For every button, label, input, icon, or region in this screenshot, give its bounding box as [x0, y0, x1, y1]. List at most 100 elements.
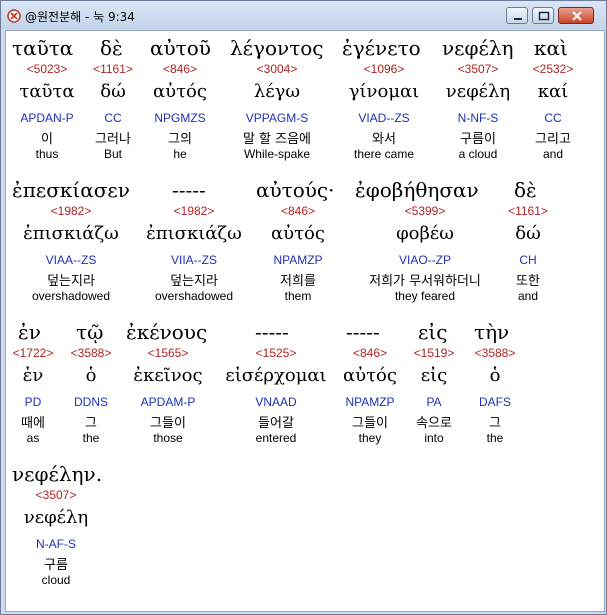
strong-number[interactable]: <5023>: [6, 62, 88, 76]
word-cell[interactable]: ταῦτα <5023> ταῦτα APDAN-P 이 thus: [6, 31, 88, 173]
app-window: @원전분해 - 눅 9:34 ταῦτα <5023> ταῦτα APDAN-…: [0, 0, 607, 615]
english-gloss: overshadowed: [154, 289, 234, 303]
morph-code: CC: [104, 111, 122, 125]
lemma: αὐτός: [153, 81, 207, 102]
strong-number[interactable]: <2532>: [524, 62, 582, 76]
korean-gloss: 구름: [44, 558, 68, 573]
close-button[interactable]: [558, 7, 594, 24]
close-icon: [572, 11, 582, 21]
lemma: δώ: [100, 81, 126, 102]
english-gloss: overshadowed: [31, 289, 111, 303]
greek-word: νεφέλην.: [12, 462, 103, 486]
word-cell[interactable]: ἐν <1722> ἐν PD 때에 as: [6, 315, 60, 457]
strong-number[interactable]: <846>: [256, 204, 340, 218]
strong-number[interactable]: <3588>: [66, 346, 116, 360]
strong-number[interactable]: <1982>: [146, 204, 242, 218]
strong-number[interactable]: <3507>: [6, 488, 106, 502]
word-cell[interactable]: δὲ <1161> δώ CH 또한 and: [506, 173, 550, 315]
morph-code: CH: [519, 253, 537, 267]
strong-number[interactable]: <1525>: [220, 346, 332, 360]
morph-code: CC: [544, 111, 562, 125]
korean-gloss: 저희를: [280, 274, 316, 289]
strong-number[interactable]: <3004>: [226, 62, 328, 76]
strong-number[interactable]: <1565>: [122, 346, 214, 360]
korean-gloss: 덮는지라: [47, 274, 95, 289]
english-gloss: a cloud: [458, 147, 498, 161]
word-cell[interactable]: αὐτούς· <846> αὐτός NPAMZP 저희를 them: [256, 173, 340, 315]
lemma: ἐκεῖνος: [133, 365, 203, 386]
word-cell[interactable]: δὲ <1161> δώ CC 그러나 But: [90, 31, 136, 173]
english-gloss: as: [26, 431, 40, 445]
strong-number[interactable]: <1722>: [6, 346, 60, 360]
word-cell[interactable]: ἐπεσκίασεν <1982> ἐπισκιάζω VIAA--ZS 덮는지…: [6, 173, 136, 315]
verse-line: νεφέλην. <3507> νεφέλη N-AF-S 구름 cloud: [6, 457, 604, 599]
morph-code: NPAMZP: [345, 395, 395, 409]
lemma: νεφέλη: [23, 507, 89, 528]
english-gloss: they: [358, 431, 382, 445]
korean-gloss: 그러나: [95, 132, 131, 147]
english-gloss: But: [103, 147, 122, 161]
word-cell[interactable]: νεφέλη <3507> νεφέλη N-NF-S 구름이 a cloud: [440, 31, 516, 173]
strong-number[interactable]: <846>: [340, 346, 400, 360]
greek-word: ἐπεσκίασεν: [12, 178, 130, 202]
korean-gloss: 때에: [21, 416, 45, 431]
morph-code: NPAMZP: [273, 253, 323, 267]
word-cell[interactable]: ----- <1982> ἐπισκιάζω VIIA--ZS 덮는지라 ove…: [146, 173, 242, 315]
strong-number[interactable]: <3507>: [440, 62, 516, 76]
morph-code: DDNS: [73, 395, 108, 409]
strong-number[interactable]: <846>: [146, 62, 214, 76]
korean-gloss: 그: [85, 416, 97, 431]
english-gloss: While-spake: [243, 147, 311, 161]
morph-code: APDAM-P: [140, 395, 196, 409]
word-cell[interactable]: ----- <846> αὐτός NPAMZP 그들이 they: [340, 315, 400, 457]
word-cell[interactable]: νεφέλην. <3507> νεφέλη N-AF-S 구름 cloud: [6, 457, 106, 599]
greek-word: καὶ: [534, 36, 568, 60]
lemma: νεφέλη: [445, 81, 511, 102]
korean-gloss: 그: [489, 416, 501, 431]
word-cell[interactable]: αὐτοῦ <846> αὐτός NPGMZS 그의 he: [146, 31, 214, 173]
english-gloss: there came: [353, 147, 415, 161]
strong-number[interactable]: <1096>: [340, 62, 428, 76]
lemma: καί: [537, 81, 569, 102]
morph-code: VIAO--ZP: [398, 253, 451, 267]
lemma: γίνομαι: [348, 81, 420, 102]
verse-line: ταῦτα <5023> ταῦτα APDAN-P 이 thus δὲ <11…: [6, 31, 604, 173]
word-cell[interactable]: καὶ <2532> καί CC 그리고 and: [524, 31, 582, 173]
morph-code: VIIA--ZS: [170, 253, 217, 267]
english-gloss: the: [82, 431, 100, 445]
word-cell[interactable]: εἰς <1519> εἰς PA 속으로 into: [406, 315, 462, 457]
strong-number[interactable]: <1982>: [6, 204, 136, 218]
lemma: ὁ: [85, 365, 97, 386]
title-bar[interactable]: @원전분해 - 눅 9:34: [1, 1, 606, 29]
strong-number[interactable]: <1161>: [506, 204, 550, 218]
morph-code: PD: [24, 395, 42, 409]
verse-line: ἐπεσκίασεν <1982> ἐπισκιάζω VIAA--ZS 덮는지…: [6, 173, 604, 315]
word-cell[interactable]: ἐκένους <1565> ἐκεῖνος APDAM-P 그들이 those: [122, 315, 214, 457]
minimize-button[interactable]: [506, 7, 528, 24]
korean-gloss: 그리고: [535, 132, 571, 147]
word-cell[interactable]: λέγοντος <3004> λέγω VPPAGM-S 말 할 즈음에 Wh…: [226, 31, 328, 173]
minimize-icon: [514, 18, 522, 20]
app-icon: [7, 8, 21, 23]
strong-number[interactable]: <1519>: [406, 346, 462, 360]
english-gloss: into: [424, 431, 444, 445]
greek-word: ἐν: [18, 320, 41, 344]
strong-number[interactable]: <5399>: [350, 204, 500, 218]
word-cell[interactable]: τὴν <3588> ὁ DAFS 그 the: [468, 315, 522, 457]
interlinear-panel: ταῦτα <5023> ταῦτα APDAN-P 이 thus δὲ <11…: [5, 30, 605, 612]
greek-word: τὴν: [474, 320, 510, 344]
korean-gloss: 이: [41, 132, 53, 147]
lemma: ἐν: [22, 365, 44, 386]
word-cell[interactable]: ----- <1525> εἰσέρχομαι VNAAD 들어갈 entere…: [220, 315, 332, 457]
strong-number[interactable]: <1161>: [90, 62, 136, 76]
greek-word: ἐγένετο: [342, 36, 421, 60]
word-cell[interactable]: τῷ <3588> ὁ DDNS 그 the: [66, 315, 116, 457]
korean-gloss: 저희가 무서워하더니: [369, 274, 481, 289]
word-cell[interactable]: ἐγένετο <1096> γίνομαι VIAD--ZS 와서 there…: [340, 31, 428, 173]
word-cell[interactable]: ἐφοβήθησαν <5399> φοβέω VIAO--ZP 저희가 무서워…: [350, 173, 500, 315]
strong-number[interactable]: <3588>: [468, 346, 522, 360]
maximize-button[interactable]: [532, 7, 554, 24]
greek-word: τῷ: [76, 320, 104, 344]
greek-word: -----: [172, 178, 206, 202]
english-gloss: and: [542, 147, 564, 161]
